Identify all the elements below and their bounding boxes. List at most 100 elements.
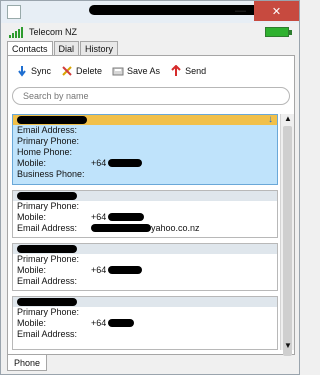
contact-row: Email Address:: [13, 329, 277, 340]
field-label: Primary Phone:: [17, 254, 80, 264]
scroll-thumb[interactable]: [283, 126, 292, 356]
scroll-down-icon[interactable]: ▼: [284, 341, 292, 350]
delete-button[interactable]: Delete: [61, 64, 102, 78]
tab-history[interactable]: History: [80, 41, 119, 55]
mobile-redaction: [108, 266, 143, 274]
field-label: Mobile:: [17, 212, 47, 222]
field-value: +64: [91, 212, 277, 223]
close-button[interactable]: ✕: [254, 1, 299, 21]
mobile-prefix: +64: [91, 158, 107, 168]
save-icon: [112, 65, 124, 77]
contact-row: Home Phone:: [13, 147, 277, 158]
field-label: Primary Phone:: [17, 201, 80, 211]
contact-row: Mobile: +64: [13, 212, 277, 223]
contact-row: Mobile: +64: [13, 265, 277, 276]
contact-card[interactable]: Primary Phone: Mobile: +64 Email Address:…: [12, 190, 278, 238]
field-label: Email Address:: [17, 276, 78, 286]
delete-icon: [61, 65, 73, 77]
contact-header: [13, 191, 277, 201]
title-bar: — □ ✕: [1, 1, 299, 23]
tab-dial[interactable]: Dial: [53, 41, 80, 55]
contact-row: Mobile: +64: [13, 158, 277, 169]
tab-label: Dial: [58, 43, 75, 54]
toolbar: Sync Delete Save As Send: [16, 64, 206, 78]
field-value: [91, 125, 277, 136]
contact-row: Mobile: +64: [13, 318, 277, 329]
download-icon: ↓: [268, 114, 273, 125]
app-icon: [7, 5, 21, 19]
carrier-name: Telecom NZ: [29, 27, 78, 37]
mobile-prefix: +64: [91, 318, 107, 328]
field-label: Mobile:: [17, 158, 47, 168]
contact-row: Primary Phone:: [13, 136, 277, 147]
sync-icon: [16, 65, 28, 77]
field-label: Primary Phone:: [17, 136, 80, 146]
tab-phone[interactable]: Phone: [7, 355, 48, 371]
field-value: [91, 307, 277, 318]
contacts-panel: Sync Delete Save As Send Search by name …: [7, 55, 295, 356]
mobile-redaction: [108, 213, 145, 221]
field-value: [91, 329, 277, 340]
contact-header: ↓: [13, 114, 277, 125]
main-tabs: Contacts Dial History: [7, 41, 119, 56]
contact-name-redaction: [17, 298, 77, 306]
contact-row: Primary Phone:: [13, 307, 277, 318]
email-redaction: [91, 224, 151, 232]
contact-row: Email Address:: [13, 276, 277, 287]
mobile-redaction: [108, 159, 143, 167]
tab-contacts[interactable]: Contacts: [7, 41, 53, 56]
save-as-button[interactable]: Save As: [112, 64, 160, 78]
carrier-status: Telecom NZ: [9, 25, 77, 39]
field-label: Email Address:: [17, 125, 78, 135]
field-value: +64: [91, 318, 277, 329]
contact-name-redaction: [17, 116, 87, 124]
contacts-list: ↓ Email Address: Primary Phone: Home Pho…: [12, 114, 278, 350]
contact-card[interactable]: Primary Phone: Mobile: +64 Email Address:: [12, 243, 278, 291]
contact-row: Business Phone:: [13, 169, 277, 180]
tab-label: Contacts: [12, 44, 48, 54]
battery-icon: [265, 27, 292, 37]
scroll-up-icon[interactable]: ▲: [284, 114, 292, 123]
field-label: Mobile:: [17, 318, 47, 328]
tab-label: History: [85, 43, 114, 54]
save-as-label: Save As: [127, 66, 161, 76]
send-button[interactable]: Send: [170, 64, 206, 78]
field-value: [91, 276, 277, 287]
field-label: Email Address:: [17, 223, 78, 233]
signal-icon: [9, 26, 25, 38]
field-value: yahoo.co.nz: [91, 223, 277, 234]
search-box[interactable]: [12, 87, 290, 105]
contact-card[interactable]: Primary Phone: Mobile: +64 Email Address:: [12, 296, 278, 350]
email-domain: yahoo.co.nz: [151, 223, 200, 233]
contact-row: Email Address:: [13, 125, 277, 136]
field-value: [91, 147, 277, 158]
contact-card[interactable]: ↓ Email Address: Primary Phone: Home Pho…: [12, 114, 278, 185]
mobile-prefix: +64: [91, 212, 107, 222]
field-label: Primary Phone:: [17, 307, 80, 317]
contact-row: Primary Phone:: [13, 254, 277, 265]
field-value: +64: [91, 265, 277, 276]
mobile-redaction: [108, 319, 135, 327]
send-label: Send: [185, 66, 207, 76]
field-label: Home Phone:: [17, 147, 73, 157]
minimize-button[interactable]: —: [227, 1, 254, 21]
mobile-prefix: +64: [91, 265, 107, 275]
field-value: [91, 201, 277, 212]
search-input[interactable]: [21, 90, 289, 102]
field-label: Mobile:: [17, 265, 47, 275]
contact-row: Email Address: yahoo.co.nz: [13, 223, 277, 234]
send-icon: [170, 64, 182, 77]
contact-name-redaction: [17, 245, 77, 253]
field-value: [91, 136, 277, 147]
field-label: Business Phone:: [17, 169, 85, 179]
field-value: +64: [91, 158, 277, 169]
contact-header: [13, 297, 277, 307]
app-window: — □ ✕ Telecom NZ Contacts Dial History S…: [0, 0, 300, 375]
field-label: Email Address:: [17, 329, 78, 339]
sync-button[interactable]: Sync: [16, 64, 51, 78]
sync-label: Sync: [31, 66, 52, 76]
delete-label: Delete: [76, 66, 103, 76]
contacts-scrollbar[interactable]: ▲ ▼: [280, 114, 294, 356]
contact-row: Primary Phone:: [13, 201, 277, 212]
contact-name-redaction: [17, 192, 77, 200]
